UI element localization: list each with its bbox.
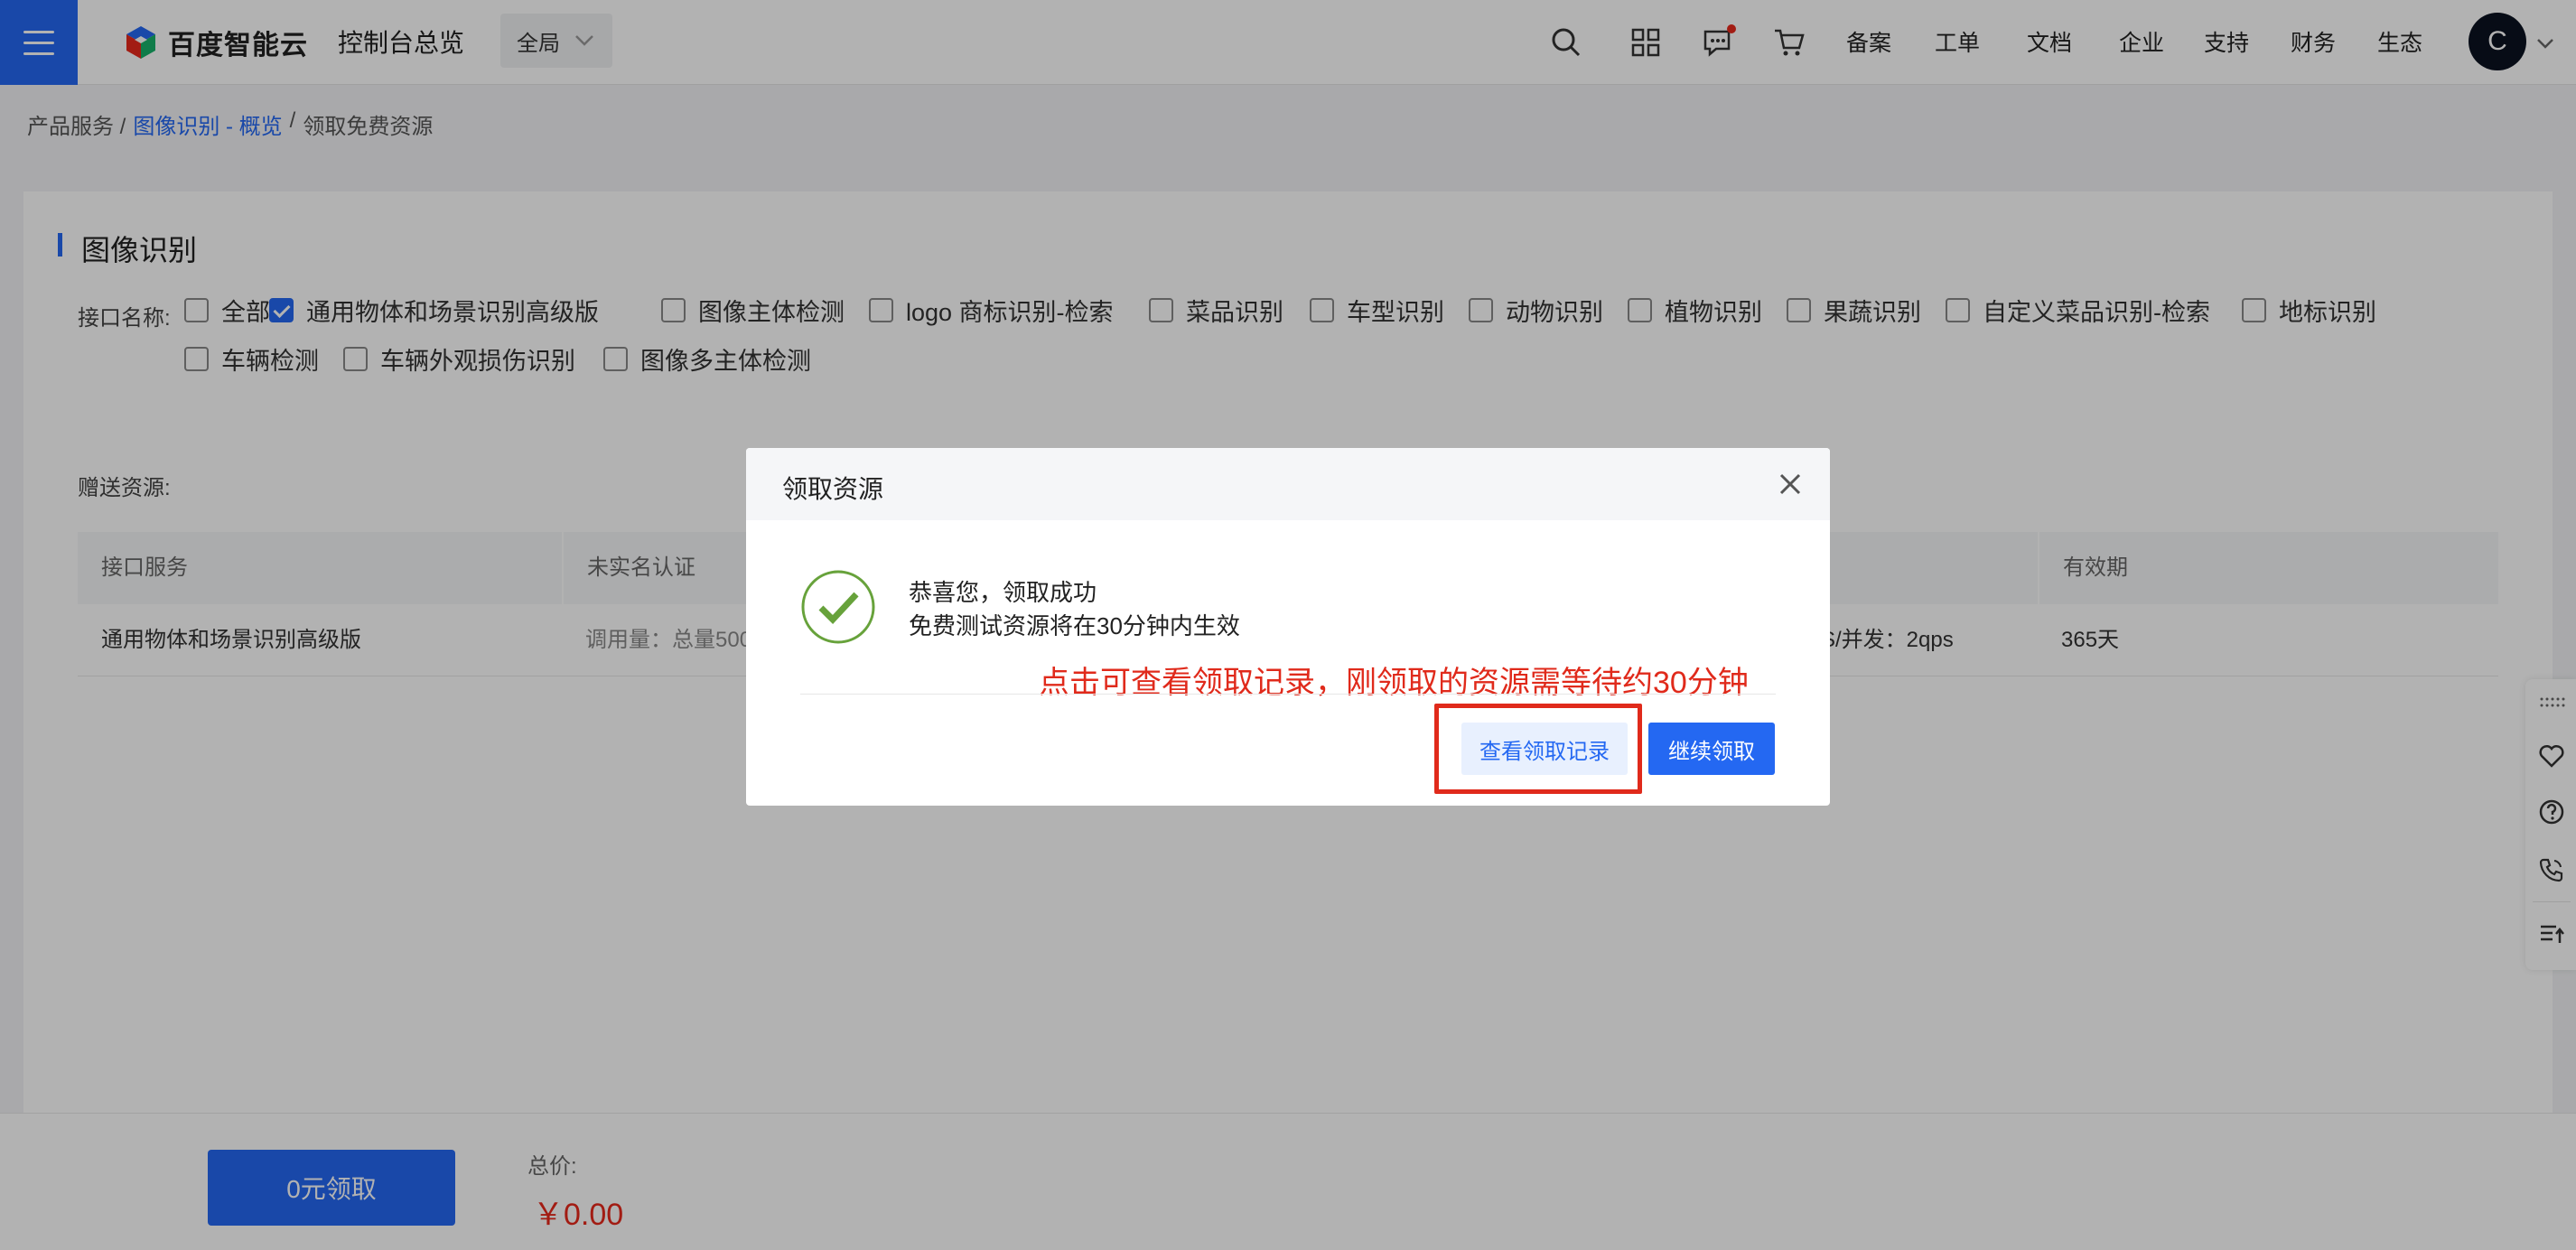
divider (800, 694, 1776, 695)
close-icon[interactable] (1774, 468, 1806, 500)
dialog-header: 领取资源 (746, 448, 1830, 520)
view-claim-records-button[interactable]: 查看领取记录 (1461, 723, 1628, 775)
claim-resource-dialog: 领取资源 恭喜您，领取成功 免费测试资源将在30分钟内生效 点击可查看领取记录，… (746, 448, 1830, 806)
dialog-title: 领取资源 (782, 475, 884, 503)
annotation-text: 点击可查看领取记录，刚领取的资源需等待约30分钟 (1039, 666, 1749, 700)
continue-claim-button[interactable]: 继续领取 (1648, 723, 1775, 775)
success-message-subtitle: 免费测试资源将在30分钟内生效 (909, 612, 1240, 639)
success-message-title: 恭喜您，领取成功 (909, 579, 1097, 606)
success-check-icon (801, 570, 875, 644)
